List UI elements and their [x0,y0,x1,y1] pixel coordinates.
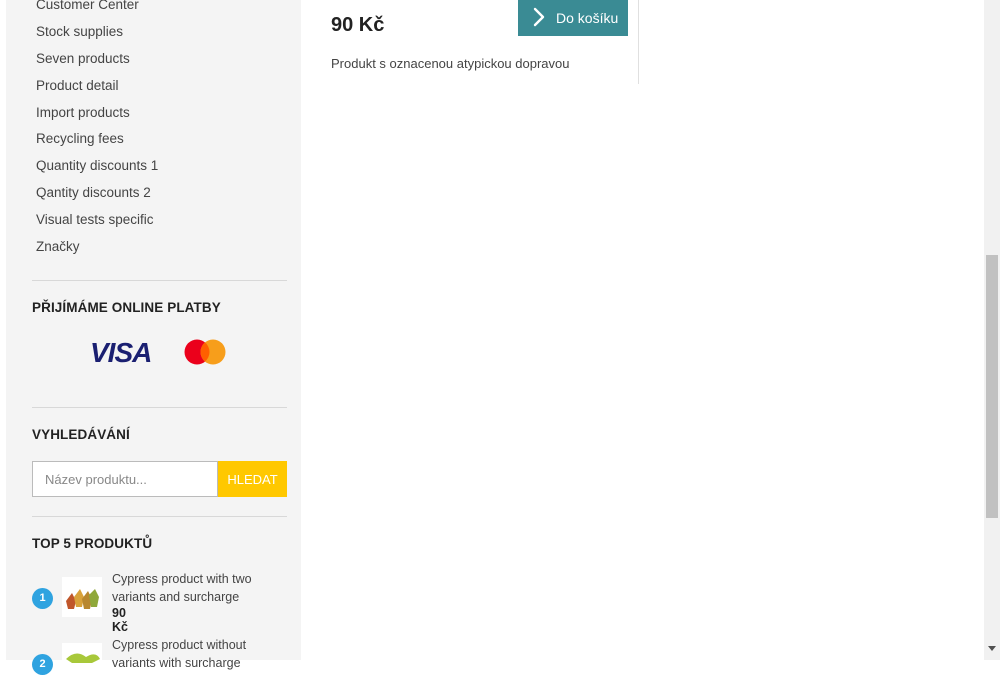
category-link[interactable]: Seven products [36,46,158,73]
top-products-title: TOP 5 PRODUKTŮ [32,536,153,551]
divider [32,516,287,517]
category-link[interactable]: Recycling fees [36,126,158,153]
search-button[interactable]: HLEDAT [218,461,287,497]
add-to-cart-label: Do košíku [556,10,619,26]
top-product-price: 90 Kč [112,606,128,634]
search-input[interactable] [32,461,218,497]
category-link[interactable]: Značky [36,234,158,261]
rank-badge: 2 [32,654,53,675]
payments-title: PŘIJÍMÁME ONLINE PLATBY [32,300,221,315]
sidebar: Customer Center Stock supplies Seven pro… [6,0,301,683]
product-price: 90 Kč [331,14,385,36]
search-title: VYHLEDÁVÁNÍ [32,427,130,442]
category-link[interactable]: Quantity discounts 1 [36,153,158,180]
top-product-name[interactable]: Cypress product without variants with su… [112,636,272,672]
chevron-right-icon [533,7,545,27]
category-link[interactable]: Import products [36,100,158,127]
rank-badge: 1 [32,588,53,609]
column-divider [638,0,639,84]
scrollbar-thumb[interactable] [986,255,998,518]
mastercard-logo [184,339,226,365]
scroll-down-icon[interactable] [988,646,996,651]
product-thumbnail[interactable] [62,643,102,683]
category-link[interactable]: Qantity discounts 2 [36,180,158,207]
category-link[interactable]: Stock supplies [36,19,158,46]
shipping-note: Produkt s oznacenou atypickou dopravou [331,56,570,71]
top-product-name[interactable]: Cypress product with two variants and su… [112,570,272,606]
category-list: Customer Center Stock supplies Seven pro… [36,0,158,261]
category-link[interactable]: Customer Center [36,0,158,19]
scrollbar[interactable] [984,0,1000,660]
divider [32,407,287,408]
category-link[interactable]: Product detail [36,73,158,100]
add-to-cart-button[interactable]: Do košíku [518,0,628,36]
divider [32,280,287,281]
category-link[interactable]: Visual tests specific [36,207,158,234]
product-thumbnail[interactable] [62,577,102,617]
visa-logo: VISA [90,337,152,368]
